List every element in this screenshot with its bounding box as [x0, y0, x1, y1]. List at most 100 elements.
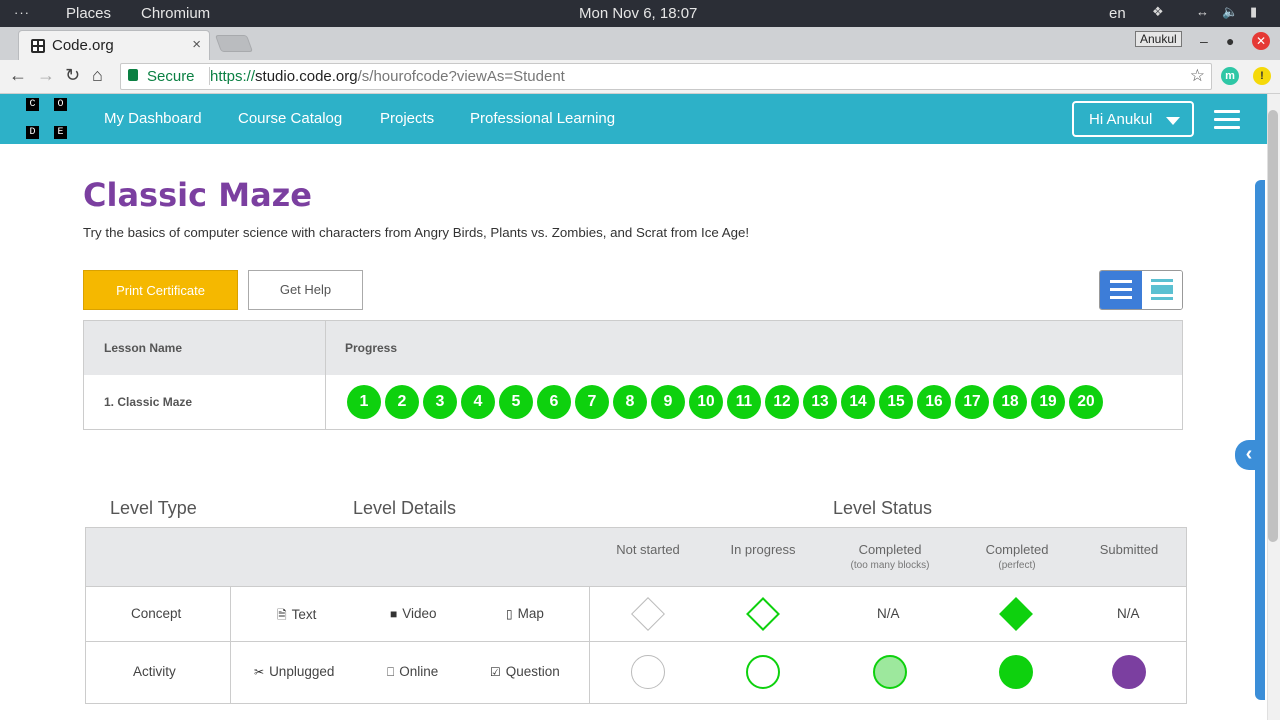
get-help-button[interactable]: Get Help	[248, 270, 363, 310]
lesson-name-header: Lesson Name	[104, 341, 183, 355]
battery-icon[interactable]: ▮	[1250, 4, 1257, 20]
level-status-heading: Level Status	[833, 498, 933, 518]
print-certificate-button[interactable]: Print Certificate	[83, 270, 238, 310]
chevron-left-icon[interactable]: ‹	[1235, 440, 1263, 470]
logo-blank	[40, 98, 53, 111]
tab-close-icon[interactable]: ×	[192, 36, 201, 53]
course-description: Try the basics of computer science with …	[83, 225, 750, 240]
progress-table: Lesson Name Progress 1. Classic Maze 123…	[83, 320, 1183, 430]
level-bubble[interactable]: 10	[689, 385, 723, 419]
online-type: ⎕ Online	[387, 664, 438, 680]
level-bubble[interactable]: 2	[385, 385, 419, 419]
home-icon[interactable]: ⌂	[92, 65, 103, 86]
new-tab-button[interactable]	[214, 35, 254, 52]
in-progress-diamond-icon	[746, 597, 780, 631]
submitted-circle-icon	[1112, 655, 1146, 689]
map-type-label: Map	[517, 606, 544, 621]
hamburger-menu-icon[interactable]	[1214, 110, 1240, 129]
codeorg-logo[interactable]: C O D E	[26, 98, 68, 140]
level-bubble[interactable]: 12	[765, 385, 799, 419]
language-indicator[interactable]: en	[1109, 5, 1126, 22]
volume-icon[interactable]: 🔈	[1222, 4, 1238, 20]
logo-letter-d: D	[26, 126, 39, 139]
tab-title: Code.org	[52, 37, 114, 54]
back-arrow-icon[interactable]: ←	[9, 65, 27, 86]
column-divider	[230, 586, 231, 703]
places-menu[interactable]: Places	[66, 5, 111, 22]
level-bubble[interactable]: 9	[651, 385, 685, 419]
level-bubbles: 1 2 3 4 5 6 7 8 9 10 11 12 13 14 15 16 17 18 19 20	[347, 385, 1107, 419]
text-type-label: Text	[291, 607, 317, 622]
level-bubble[interactable]: 17	[955, 385, 989, 419]
level-bubble[interactable]: 7	[575, 385, 609, 419]
status-completed-note: (too many blocks)	[850, 560, 930, 571]
level-bubble[interactable]: 13	[803, 385, 837, 419]
not-started-circle-icon	[631, 655, 665, 689]
level-bubble[interactable]: 3	[423, 385, 457, 419]
unplugged-type: ✂ Unplugged	[254, 664, 334, 679]
level-bubble[interactable]: 18	[993, 385, 1027, 419]
network-icon[interactable]: ↔	[1196, 4, 1209, 19]
clock[interactable]: Mon Nov 6, 18:07	[579, 5, 697, 22]
detail-view-icon[interactable]	[1142, 271, 1182, 309]
level-bubble[interactable]: 1	[347, 385, 381, 419]
user-menu-label: Hi Anukul	[1089, 111, 1153, 128]
dropbox-icon[interactable]: ❖	[1152, 4, 1164, 20]
scissors-icon: ✂	[254, 665, 265, 679]
minimize-icon[interactable]: –	[1200, 33, 1208, 49]
status-completed-label: Completed	[858, 542, 922, 557]
level-bubble[interactable]: 11	[727, 385, 761, 419]
level-bubble[interactable]: 4	[461, 385, 495, 419]
status-completed-perfect: Completed (perfect)	[962, 542, 1072, 571]
progress-table-header: Lesson Name Progress	[84, 321, 1182, 375]
scrollbar-thumb[interactable]	[1268, 110, 1278, 542]
level-bubble[interactable]: 16	[917, 385, 951, 419]
logo-letter-c: C	[26, 98, 39, 111]
level-bubble[interactable]: 15	[879, 385, 913, 419]
browser-tab[interactable]: Code.org ×	[18, 30, 210, 60]
logo-letter-o: O	[54, 98, 67, 111]
nav-professional-learning[interactable]: Professional Learning	[470, 110, 615, 127]
level-bubble[interactable]: 8	[613, 385, 647, 419]
profile-chip[interactable]: Anukul	[1135, 31, 1182, 47]
level-details-heading: Level Details	[353, 498, 457, 518]
extension-m-icon[interactable]: m	[1221, 67, 1239, 85]
in-progress-circle-icon	[746, 655, 780, 689]
url-text[interactable]: https://studio.code.org/s/hourofcode?vie…	[210, 68, 565, 85]
url-host: studio.code.org	[255, 68, 358, 85]
extension-warning-icon[interactable]: !	[1253, 67, 1271, 85]
level-bubble[interactable]: 20	[1069, 385, 1103, 419]
app-menu[interactable]: Chromium	[141, 5, 210, 22]
level-bubble[interactable]: 14	[841, 385, 875, 419]
legend-header: Not started In progress Completed (too ma…	[86, 528, 1186, 586]
logo-blank	[26, 112, 39, 125]
forward-arrow-icon[interactable]: →	[37, 65, 55, 86]
user-menu-button[interactable]: Hi Anukul	[1072, 101, 1194, 137]
status-submitted-label: Submitted	[1099, 542, 1159, 557]
progress-header: Progress	[345, 341, 398, 355]
lesson-name[interactable]: 1. Classic Maze	[104, 395, 192, 409]
activities-button[interactable]: ···	[14, 5, 30, 20]
nav-course-catalog[interactable]: Course Catalog	[238, 110, 342, 127]
maximize-icon[interactable]: ●	[1226, 33, 1234, 49]
bookmark-star-icon[interactable]: ☆	[1190, 66, 1205, 86]
map-type: ▯ Map	[506, 606, 544, 621]
os-top-bar: ··· Places Chromium Mon Nov 6, 18:07 en …	[0, 0, 1280, 27]
tab-strip: Code.org × Anukul – ● ✕	[0, 27, 1280, 60]
online-label: Online	[399, 664, 439, 679]
url-input[interactable]: Secure https://studio.code.org/s/hourofc…	[120, 63, 1212, 90]
nav-my-dashboard[interactable]: My Dashboard	[104, 110, 202, 127]
status-in-progress: In progress	[708, 542, 818, 557]
reload-icon[interactable]: ↻	[65, 65, 80, 86]
view-toggle	[1099, 270, 1183, 310]
level-bubble[interactable]: 6	[537, 385, 571, 419]
nav-projects[interactable]: Projects	[380, 110, 434, 127]
perfect-diamond-icon	[999, 597, 1033, 631]
window-close-icon[interactable]: ✕	[1252, 32, 1270, 50]
status-in-progress-label: In progress	[730, 542, 796, 557]
summary-view-icon[interactable]	[1100, 271, 1142, 309]
level-bubble[interactable]: 5	[499, 385, 533, 419]
map-icon: ▯	[506, 607, 513, 621]
level-bubble[interactable]: 19	[1031, 385, 1065, 419]
caret-down-icon	[1166, 117, 1180, 125]
